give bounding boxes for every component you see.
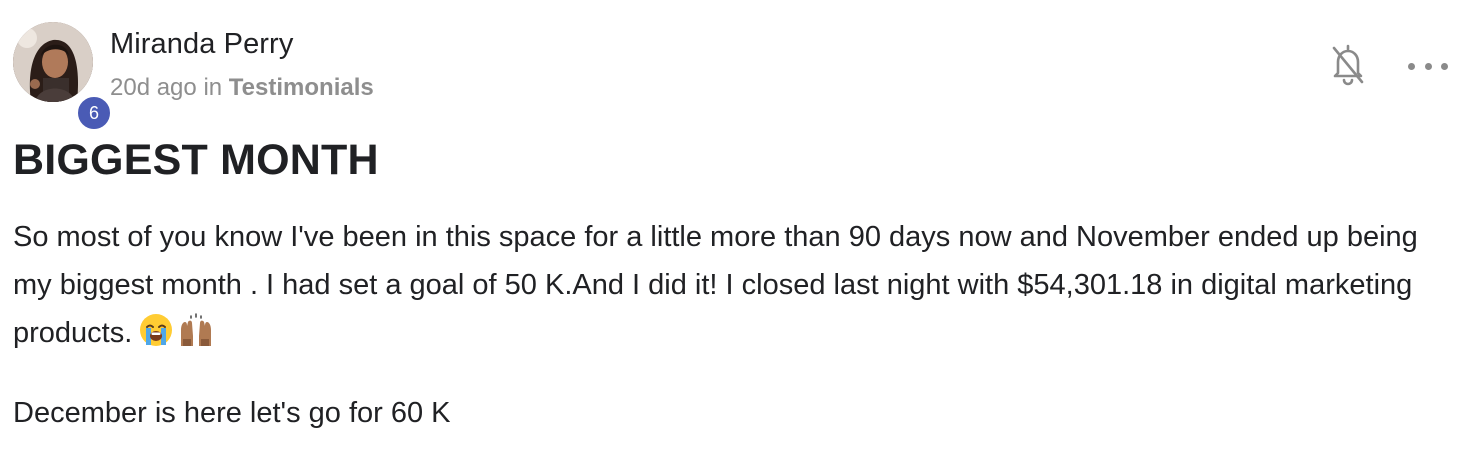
post-card: 6 Miranda Perry 20d ago in Testimonials … [0, 0, 1458, 464]
post-timestamp[interactable]: 20d ago [110, 74, 197, 101]
more-dot [1424, 62, 1432, 70]
raising-hands-icon [178, 312, 214, 348]
avatar-container[interactable]: 6 [13, 22, 113, 132]
avatar[interactable] [13, 22, 93, 102]
post-body: So most of you know I've been in this sp… [13, 213, 1453, 437]
post-paragraph: December is here let's go for 60 K [13, 397, 451, 429]
post-meta: 20d ago in Testimonials [110, 74, 374, 102]
more-dot [1408, 62, 1415, 70]
level-badge: 6 [75, 94, 113, 132]
more-dot [1441, 62, 1448, 70]
bell-off-icon[interactable] [1330, 42, 1366, 86]
author-name[interactable]: Miranda Perry [110, 28, 293, 61]
post-paragraph-text: So most of you know I've been in this sp… [13, 221, 1418, 349]
post-paragraph: So most of you know I've been in this sp… [13, 213, 1453, 357]
avatar-photo [13, 22, 93, 102]
more-options-icon[interactable] [1408, 54, 1448, 78]
post-title: BIGGEST MONTH [13, 136, 379, 184]
meta-in-label: in [203, 74, 223, 101]
category-link[interactable]: Testimonials [229, 74, 374, 101]
crying-face-icon [138, 312, 174, 348]
